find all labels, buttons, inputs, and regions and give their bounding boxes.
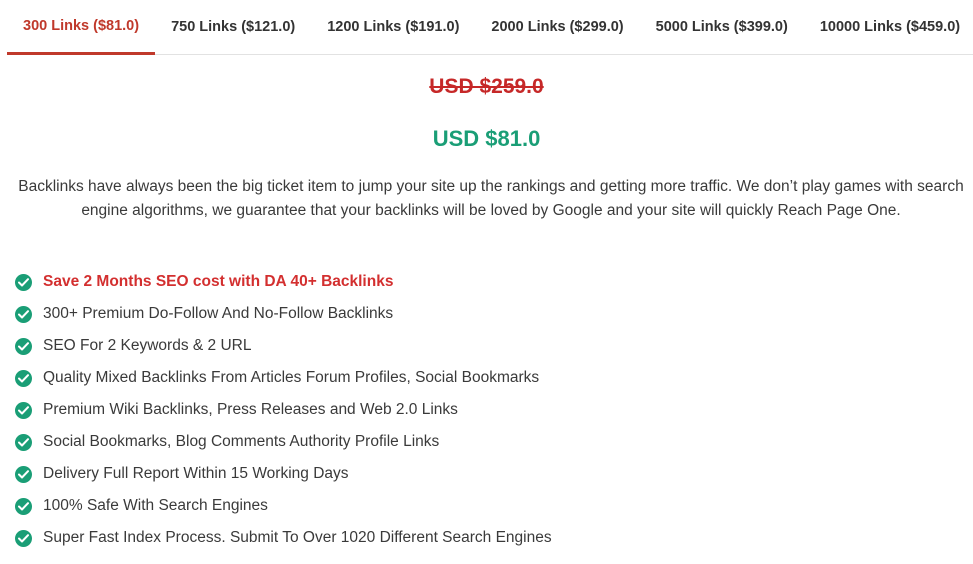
feature-text: Super Fast Index Process. Submit To Over… <box>43 529 552 546</box>
current-price: USD $81.0 <box>432 126 541 151</box>
package-description: Backlinks have always been the big ticke… <box>18 178 964 219</box>
tab-10000-links[interactable]: 10000 Links ($459.0) <box>804 0 973 55</box>
feature-item: Save 2 Months SEO cost with DA 40+ Backl… <box>15 266 552 298</box>
tab-5000-links[interactable]: 5000 Links ($399.0) <box>640 0 804 55</box>
check-circle-icon <box>15 497 32 515</box>
package-tabs: 300 Links ($81.0) 750 Links ($121.0) 120… <box>7 0 973 55</box>
check-circle-icon <box>15 401 32 419</box>
check-circle-icon <box>15 305 32 323</box>
check-circle-icon <box>15 529 32 547</box>
feature-list: Save 2 Months SEO cost with DA 40+ Backl… <box>15 266 552 554</box>
old-price: USD $259.0 <box>429 75 544 98</box>
feature-item: 300+ Premium Do-Follow And No-Follow Bac… <box>15 298 552 330</box>
check-circle-icon <box>15 369 32 387</box>
feature-text: Save 2 Months SEO cost with DA 40+ Backl… <box>43 273 394 290</box>
feature-item: 100% Safe With Search Engines <box>15 490 552 522</box>
tab-2000-links[interactable]: 2000 Links ($299.0) <box>475 0 639 55</box>
check-circle-icon <box>15 465 32 483</box>
feature-item: Delivery Full Report Within 15 Working D… <box>15 458 552 490</box>
feature-item: Quality Mixed Backlinks From Articles Fo… <box>15 362 552 394</box>
feature-text: 300+ Premium Do-Follow And No-Follow Bac… <box>43 305 394 322</box>
check-circle-icon <box>15 273 32 291</box>
feature-item: Social Bookmarks, Blog Comments Authorit… <box>15 426 552 458</box>
check-circle-icon <box>15 433 32 451</box>
feature-text: Quality Mixed Backlinks From Articles Fo… <box>43 369 540 386</box>
check-circle-icon <box>15 337 32 355</box>
feature-text: Premium Wiki Backlinks, Press Releases a… <box>43 401 458 418</box>
tab-750-links[interactable]: 750 Links ($121.0) <box>155 0 311 55</box>
tab-300-links[interactable]: 300 Links ($81.0) <box>7 0 156 55</box>
feature-item: SEO For 2 Keywords & 2 URL <box>15 330 552 362</box>
feature-text: 100% Safe With Search Engines <box>43 497 268 514</box>
feature-text: SEO For 2 Keywords & 2 URL <box>43 337 252 354</box>
feature-text: Delivery Full Report Within 15 Working D… <box>43 465 349 482</box>
feature-item: Premium Wiki Backlinks, Press Releases a… <box>15 394 552 426</box>
feature-text: Social Bookmarks, Blog Comments Authorit… <box>43 433 440 450</box>
feature-item: Super Fast Index Process. Submit To Over… <box>15 522 552 554</box>
tab-1200-links[interactable]: 1200 Links ($191.0) <box>311 0 475 55</box>
